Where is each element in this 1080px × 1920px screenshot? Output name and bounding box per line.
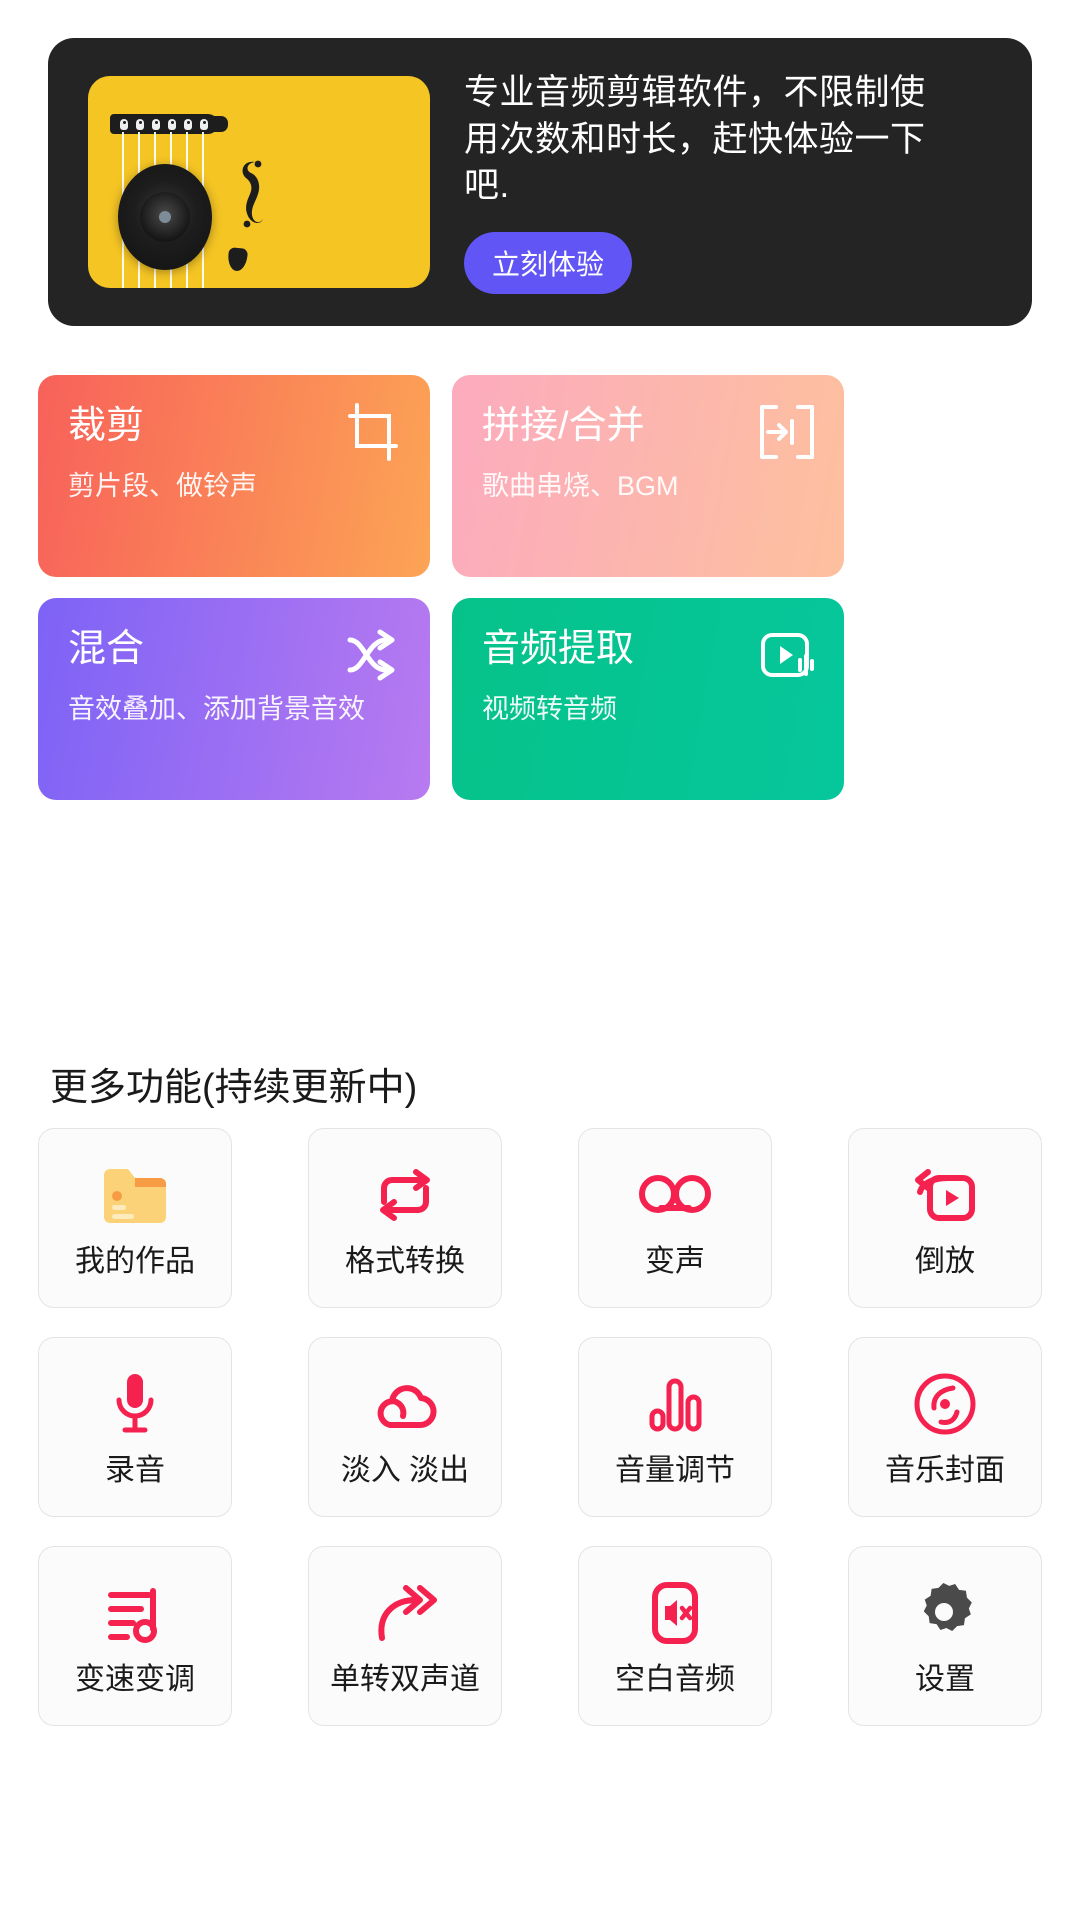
grid-item-volume[interactable]: 音量调节: [578, 1337, 772, 1517]
grid-item-label: 我的作品: [75, 1245, 195, 1278]
grid-item-music-cover[interactable]: 音乐封面: [848, 1337, 1042, 1517]
volume-bars-icon: [644, 1368, 706, 1440]
try-now-button[interactable]: 立刻体验: [464, 231, 632, 294]
grid-item-voice-changer[interactable]: 变声: [578, 1128, 772, 1308]
audio-extract-icon: [761, 633, 814, 677]
guitar-sound-hole-icon: [118, 164, 212, 270]
microphone-icon: [111, 1368, 159, 1440]
grid-item-label: 格式转换: [345, 1245, 465, 1278]
reverse-play-icon: [912, 1159, 978, 1231]
feature-card-mix[interactable]: 混合 音效叠加、添加背景音效: [38, 598, 430, 800]
feature-subtitle: 视频转音频: [482, 694, 617, 724]
grid-item-label: 录音: [105, 1454, 165, 1487]
folder-icon: [98, 1159, 172, 1231]
voice-changer-icon: [637, 1159, 713, 1231]
feature-subtitle: 歌曲串烧、BGM: [482, 471, 679, 501]
grid-item-record[interactable]: 录音: [38, 1337, 232, 1517]
grid-item-label: 淡入 淡出: [340, 1454, 470, 1487]
grid-item-label: 变速变调: [75, 1663, 195, 1696]
feature-subtitle: 音效叠加、添加背景音效: [68, 694, 365, 724]
grid-item-blank-audio[interactable]: 空白音频: [578, 1546, 772, 1726]
more-features-grid: 我的作品 格式转换 变声 倒放 录音 淡入 淡出 音量调节 音乐封面 变速变调 …: [38, 1128, 1042, 1726]
shuffle-icon: [347, 629, 395, 681]
guitar-bridge-icon: [110, 114, 228, 134]
app-home-screen: 专业音频剪辑软件，不限制使用次数和时长，赶快体验一下吧. 立刻体验 裁剪 剪片段…: [0, 0, 1080, 1920]
gear-icon: [914, 1577, 976, 1649]
grid-item-label: 空白音频: [615, 1663, 735, 1696]
grid-item-reverse[interactable]: 倒放: [848, 1128, 1042, 1308]
grid-item-my-works[interactable]: 我的作品: [38, 1128, 232, 1308]
merge-icon: [760, 405, 814, 459]
banner-content: 专业音频剪辑软件，不限制使用次数和时长，赶快体验一下吧. 立刻体验: [464, 70, 934, 294]
convert-loop-icon: [370, 1159, 440, 1231]
grid-item-fade[interactable]: 淡入 淡出: [308, 1337, 502, 1517]
grid-item-label: 单转双声道: [330, 1663, 480, 1696]
cloud-fade-icon: [370, 1368, 440, 1440]
grid-item-label: 设置: [915, 1663, 975, 1696]
grid-item-label: 倒放: [915, 1245, 975, 1278]
grid-item-settings[interactable]: 设置: [848, 1546, 1042, 1726]
grid-item-tempo-pitch[interactable]: 变速变调: [38, 1546, 232, 1726]
promo-text: 专业音频剪辑软件，不限制使用次数和时长，赶快体验一下吧.: [464, 73, 926, 206]
tempo-pitch-icon: [103, 1577, 167, 1649]
feature-subtitle: 剪片段、做铃声: [68, 471, 257, 501]
feature-card-audio-extract[interactable]: 音频提取 视频转音频: [452, 598, 844, 800]
guitar-f-hole-icon: [242, 160, 263, 228]
stereo-convert-icon: [372, 1577, 438, 1649]
grid-item-label: 音乐封面: [885, 1454, 1005, 1487]
feature-card-merge[interactable]: 拼接/合并 歌曲串烧、BGM: [452, 375, 844, 577]
more-features-heading: 更多功能(持续更新中): [50, 1067, 418, 1109]
music-disc-icon: [913, 1368, 977, 1440]
promo-banner[interactable]: 专业音频剪辑软件，不限制使用次数和时长，赶快体验一下吧. 立刻体验: [48, 38, 1032, 326]
guitar-pick-icon: [226, 247, 249, 272]
feature-card-grid: 裁剪 剪片段、做铃声 拼接/合并 歌曲串烧、BGM 混合 音效叠加、添加背景音效: [38, 375, 1042, 800]
grid-item-label: 变声: [645, 1245, 705, 1278]
grid-item-label: 音量调节: [615, 1454, 735, 1487]
feature-card-trim[interactable]: 裁剪 剪片段、做铃声: [38, 375, 430, 577]
grid-item-mono-to-stereo[interactable]: 单转双声道: [308, 1546, 502, 1726]
guitar-illustration: [88, 76, 430, 288]
mute-audio-icon: [646, 1577, 704, 1649]
grid-item-format-convert[interactable]: 格式转换: [308, 1128, 502, 1308]
crop-icon: [348, 403, 398, 461]
